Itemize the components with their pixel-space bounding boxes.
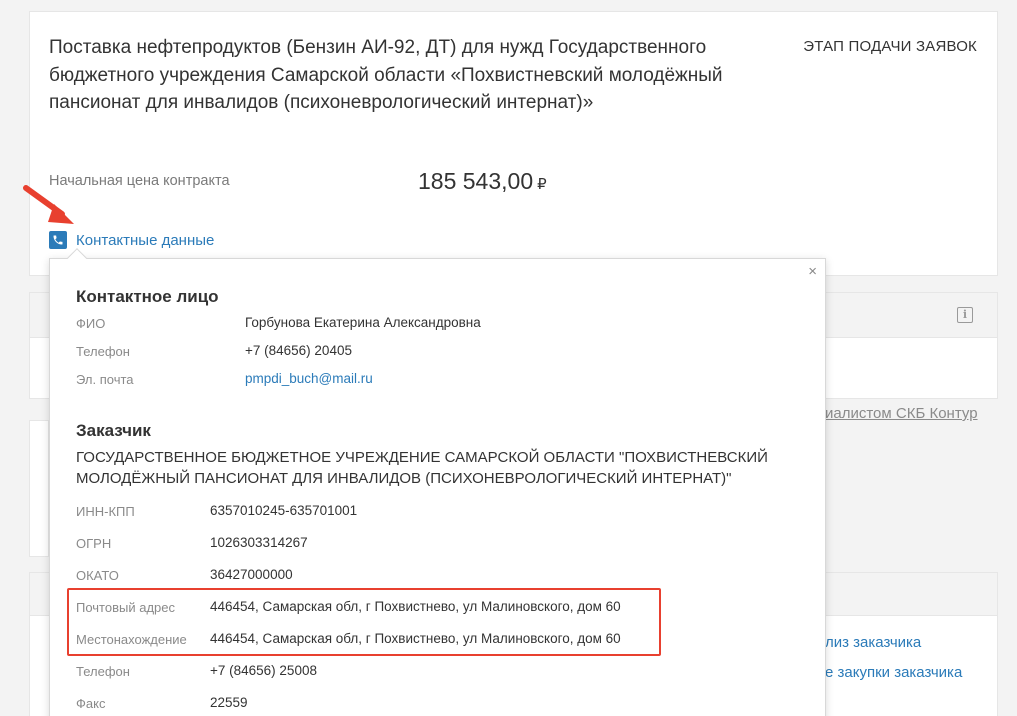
customer-phone-value: +7 (84656) 25008 bbox=[210, 663, 317, 678]
ogrn-value: 1026303314267 bbox=[210, 535, 308, 550]
specialist-link[interactable]: иалистом СКБ Контур bbox=[825, 405, 978, 422]
tender-title: Поставка нефтепродуктов (Бензин АИ-92, Д… bbox=[49, 37, 723, 113]
customer-analysis-link[interactable]: лиз заказчика bbox=[825, 634, 921, 651]
okato-label: ОКАТО bbox=[76, 568, 119, 583]
stage-label: ЭТАП ПОДАЧИ ЗАЯВОК bbox=[803, 38, 977, 55]
contact-email-link[interactable]: pmpdi_buch@mail.ru bbox=[245, 371, 373, 386]
contact-email-label: Эл. почта bbox=[76, 372, 134, 387]
info-icon[interactable]: i bbox=[957, 307, 973, 323]
contact-fio-label: ФИО bbox=[76, 316, 106, 331]
fax-value: 22559 bbox=[210, 695, 248, 710]
customer-phone-label: Телефон bbox=[76, 664, 130, 679]
annotation-arrow bbox=[23, 185, 74, 224]
contact-data-link[interactable]: Контактные данные bbox=[49, 231, 214, 249]
fax-label: Факс bbox=[76, 696, 106, 711]
currency-sign: ₽ bbox=[537, 176, 547, 193]
price-value: 185 543,00 ₽ bbox=[418, 168, 547, 195]
okato-value: 36427000000 bbox=[210, 567, 293, 582]
ogrn-label: ОГРН bbox=[76, 536, 112, 551]
contact-person-title: Контактное лицо bbox=[76, 287, 219, 306]
address-highlight-box bbox=[67, 588, 661, 656]
inn-kpp-label: ИНН-КПП bbox=[76, 504, 135, 519]
close-icon[interactable]: × bbox=[808, 263, 817, 280]
inn-kpp-value: 6357010245-635701001 bbox=[210, 503, 358, 518]
customer-title: Заказчик bbox=[76, 421, 151, 440]
phone-icon bbox=[49, 231, 67, 249]
side-card bbox=[29, 420, 49, 557]
price-amount: 185 543,00 bbox=[418, 168, 534, 194]
tender-card: Поставка нефтепродуктов (Бензин АИ-92, Д… bbox=[29, 11, 998, 276]
customer-purchases-link[interactable]: е закупки заказчика bbox=[825, 664, 962, 681]
contact-fio-value: Горбунова Екатерина Александровна bbox=[245, 315, 481, 330]
customer-name: ГОСУДАРСТВЕННОЕ БЮДЖЕТНОЕ УЧРЕЖДЕНИЕ САМ… bbox=[76, 449, 768, 487]
contact-popup: × Контактное лицо ФИО Горбунова Екатерин… bbox=[49, 258, 826, 716]
contact-data-label: Контактные данные bbox=[76, 231, 215, 249]
contact-phone-label: Телефон bbox=[76, 344, 130, 359]
contact-phone-value: +7 (84656) 20405 bbox=[245, 343, 352, 358]
